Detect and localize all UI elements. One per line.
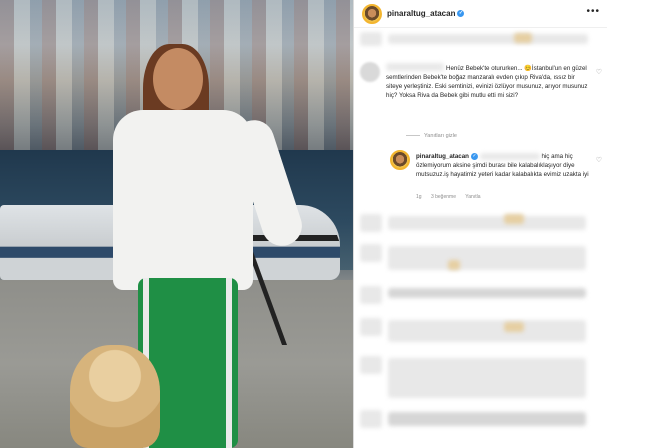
reply-time: 1g — [416, 194, 422, 200]
comment-avatar[interactable] — [360, 62, 380, 82]
blurred-comment — [388, 320, 586, 342]
blurred-comment — [360, 318, 382, 336]
reply-username[interactable]: pinaraltug_atacan — [416, 153, 469, 160]
photo-dog — [70, 345, 160, 448]
blurred-comment — [388, 246, 586, 270]
like-heart-icon[interactable]: ♡ — [596, 156, 602, 164]
blurred-emoji — [514, 33, 532, 43]
blurred-comment — [388, 412, 586, 426]
blurred-emoji — [504, 322, 524, 332]
page-margin — [607, 0, 654, 448]
reply-text: pinaraltug_atacan ✓ hiç ama hiç özlemiyor… — [416, 152, 589, 178]
blurred-comment — [360, 410, 382, 428]
post-photo — [0, 0, 353, 448]
more-options-icon[interactable]: ••• — [586, 6, 600, 17]
blurred-comment — [360, 286, 382, 304]
blurred-comment — [388, 216, 586, 230]
comment-text: Henüz Bebek'te oturur­ken... 😊İstanbul'u… — [386, 65, 588, 99]
reply-likes[interactable]: 3 beğenme — [431, 194, 456, 200]
verified-icon: ✓ — [470, 152, 478, 160]
like-heart-icon[interactable]: ♡ — [596, 68, 602, 76]
blurred-emoji — [448, 260, 460, 270]
blurred-comment — [388, 288, 586, 298]
reply-avatar[interactable] — [390, 150, 410, 170]
blurred-emoji — [504, 214, 524, 224]
blurred-comment — [360, 244, 382, 262]
post-username[interactable]: pinaraltug_atacan ✓ — [387, 9, 465, 18]
reply-meta: 1g 3 beğenme Yanıtla — [416, 194, 489, 200]
blurred-comment — [388, 358, 586, 398]
profile-avatar[interactable] — [362, 4, 382, 24]
blurred-comment — [360, 214, 382, 232]
post-header: pinaraltug_atacan ✓ ••• — [354, 0, 608, 28]
blurred-comment — [360, 356, 382, 374]
hide-replies-link[interactable]: Yanıtları gizle — [406, 133, 457, 139]
comments-panel: pinaraltug_atacan ✓ ••• Henüz Bebek'te ot… — [353, 0, 608, 448]
blurred-caption — [360, 32, 382, 46]
verified-icon: ✓ — [457, 10, 465, 18]
reply-button[interactable]: Yanıtla — [465, 194, 480, 200]
blurred-mention — [479, 152, 540, 160]
blurred-caption-text — [388, 34, 588, 44]
